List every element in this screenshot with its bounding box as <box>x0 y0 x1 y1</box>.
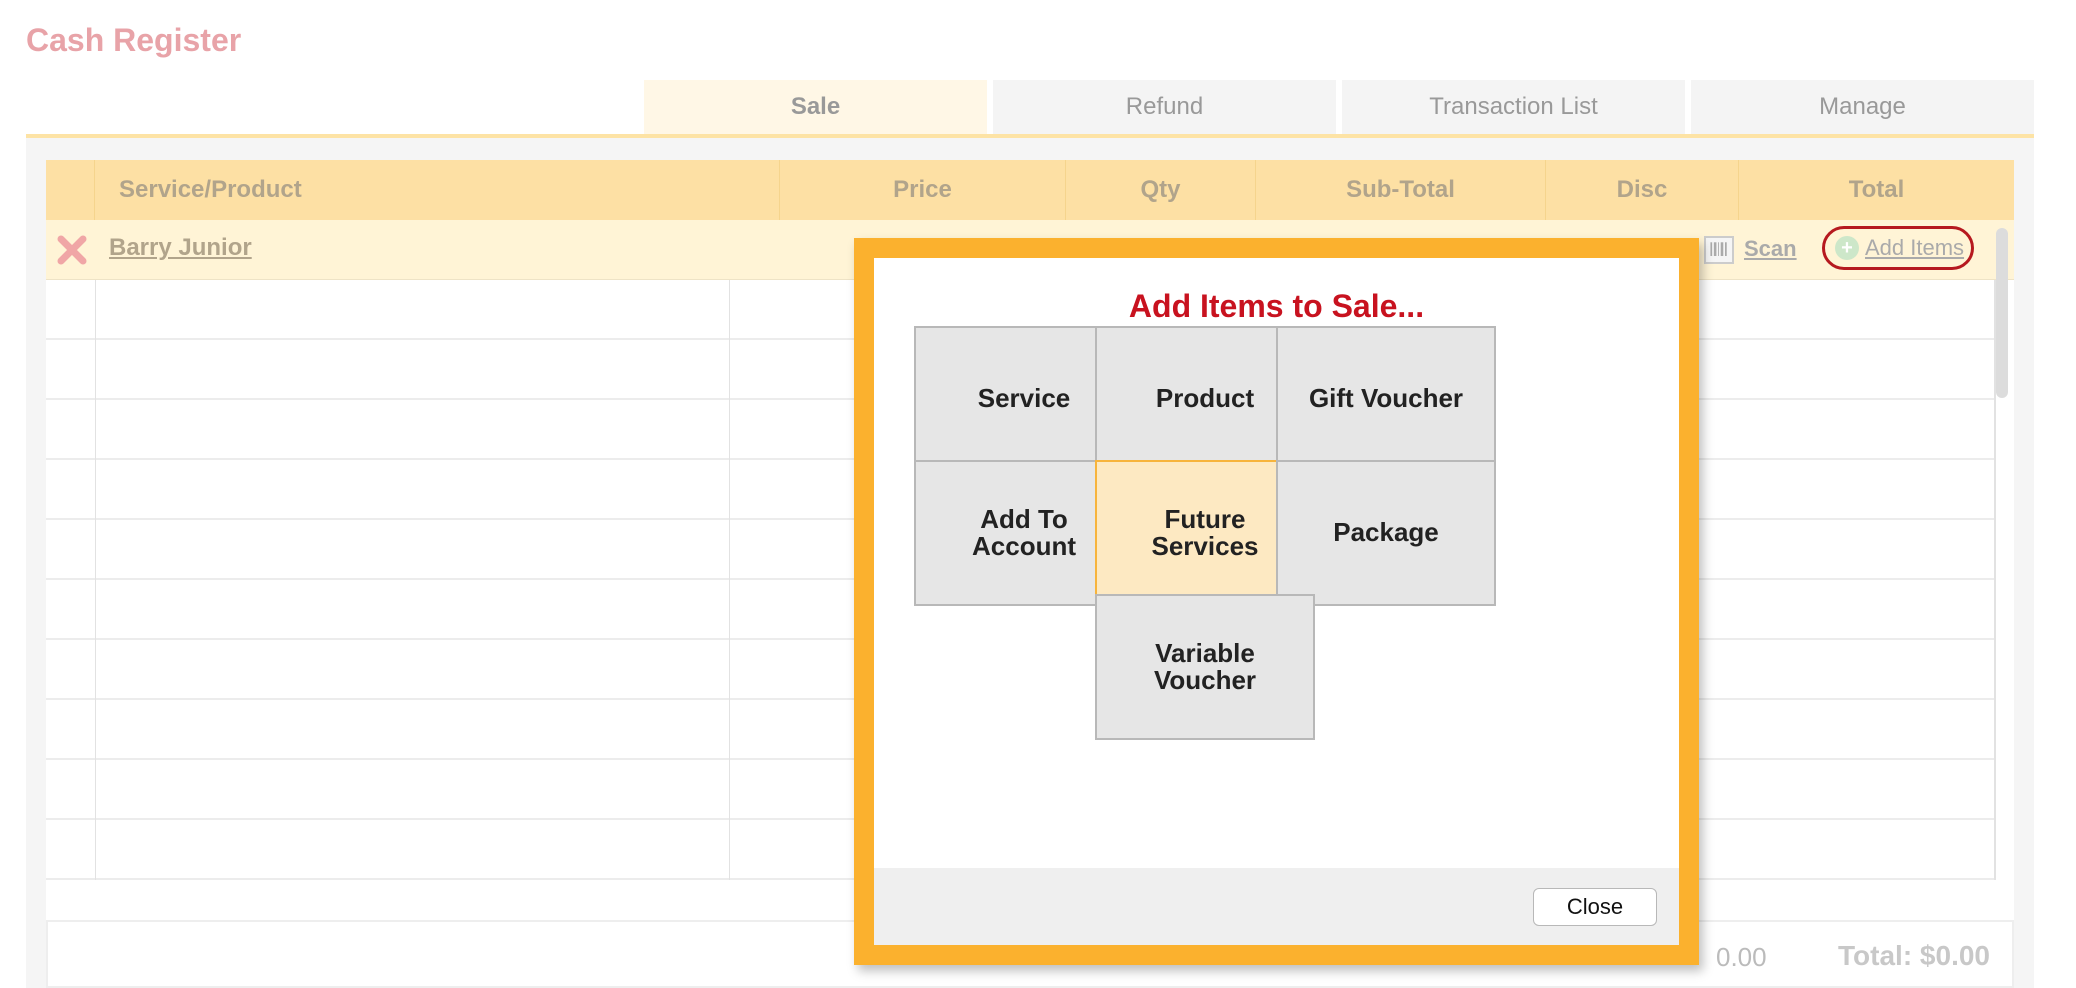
column-header-service-product: Service/Product <box>95 160 780 220</box>
page-title: Cash Register <box>26 22 242 58</box>
row-divider <box>729 640 730 700</box>
row-divider <box>1994 760 1996 820</box>
tab-transaction-list[interactable]: Transaction List <box>1342 80 1685 134</box>
row-divider <box>729 760 730 820</box>
scan-link[interactable]: Scan <box>1744 236 1797 262</box>
row-divider <box>95 760 96 820</box>
row-divider <box>1994 700 1996 760</box>
row-divider <box>95 580 96 640</box>
gift-voucher-option-button[interactable]: Gift Voucher <box>1276 326 1496 472</box>
row-divider <box>1994 400 1996 460</box>
row-divider <box>95 520 96 580</box>
dialog-title: Add Items to Sale... <box>1128 288 1425 324</box>
row-divider <box>95 340 96 400</box>
column-header-subtotal: Sub-Total <box>1256 160 1546 220</box>
grand-total: Total: $0.00 <box>1838 940 1990 971</box>
row-divider <box>729 280 730 340</box>
barcode-icon[interactable] <box>1704 236 1734 264</box>
row-divider <box>95 400 96 460</box>
row-divider <box>95 460 96 520</box>
row-divider <box>1994 580 1996 640</box>
add-items-button[interactable]: + Add Items <box>1822 226 1974 270</box>
add-items-dialog-frame: Add Items to Sale... Service Product Gif… <box>854 238 1699 965</box>
dialog-footer: Close <box>874 868 1679 945</box>
row-divider <box>729 340 730 400</box>
row-divider <box>729 520 730 580</box>
package-option-button[interactable]: Package <box>1276 460 1496 606</box>
variable-voucher-option-button[interactable]: Variable Voucher <box>1095 594 1315 740</box>
row-divider <box>1994 460 1996 520</box>
row-divider <box>95 820 96 880</box>
column-header-qty: Qty <box>1066 160 1256 220</box>
table-header: Service/Product Price Qty Sub-Total Disc… <box>46 160 2014 220</box>
row-divider <box>729 460 730 520</box>
row-divider <box>1994 640 1996 700</box>
add-items-label: Add Items <box>1865 235 1965 260</box>
close-x-icon[interactable] <box>56 234 88 266</box>
customer-name-link[interactable]: Barry Junior <box>109 234 252 262</box>
row-divider <box>729 820 730 880</box>
row-divider <box>1994 820 1996 880</box>
row-divider <box>95 280 96 340</box>
column-header-disc: Disc <box>1546 160 1739 220</box>
column-header-total: Total <box>1848 176 1905 203</box>
row-divider <box>729 700 730 760</box>
tab-refund[interactable]: Refund <box>993 80 1336 134</box>
plus-circle-icon: + <box>1835 236 1859 260</box>
row-divider <box>1994 520 1996 580</box>
row-divider <box>729 580 730 640</box>
row-divider <box>95 640 96 700</box>
close-button[interactable]: Close <box>1533 888 1657 926</box>
row-divider <box>729 400 730 460</box>
table-scrollbar[interactable] <box>1996 228 2008 398</box>
row-divider <box>95 700 96 760</box>
tab-bar: Sale Refund Transaction List Manage <box>644 80 2034 134</box>
column-header-price: Price <box>780 160 1066 220</box>
subtotal-value: 0.00 <box>1716 942 1767 972</box>
add-items-dialog: Add Items to Sale... Service Product Gif… <box>874 258 1679 945</box>
tab-manage[interactable]: Manage <box>1691 80 2034 134</box>
column-header-remove <box>46 160 95 220</box>
tab-sale[interactable]: Sale <box>644 80 987 134</box>
